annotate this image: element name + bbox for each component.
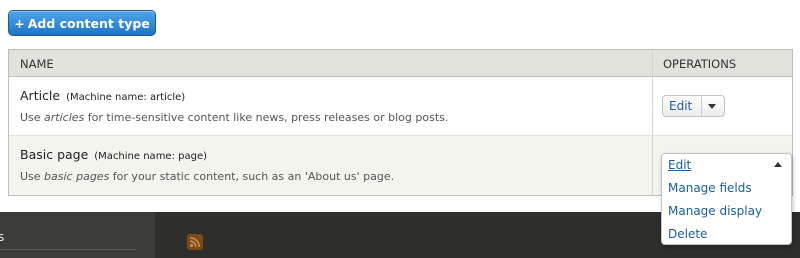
column-header-operations: OPERATIONS bbox=[663, 57, 737, 71]
add-content-type-button[interactable]: + Add content type bbox=[8, 10, 156, 36]
machine-name: (Machine name: page) bbox=[94, 151, 208, 162]
plus-icon: + bbox=[14, 15, 25, 31]
content-type-description: Use basic pages for your static content,… bbox=[20, 170, 394, 183]
menu-item-edit[interactable]: Edit bbox=[668, 158, 691, 172]
dropbutton-divider bbox=[701, 96, 702, 116]
content-type-name: Basic page (Machine name: page) bbox=[20, 147, 207, 162]
menu-item-manage-display[interactable]: Manage display bbox=[668, 204, 762, 218]
content-type-title: Article bbox=[20, 88, 61, 103]
chevron-up-icon[interactable] bbox=[774, 162, 782, 167]
rss-icon[interactable] bbox=[187, 234, 203, 250]
content-type-description: Use articles for time-sensitive content … bbox=[20, 111, 448, 124]
description-emphasis: articles bbox=[44, 111, 85, 124]
footer-sidebar: s bbox=[0, 212, 155, 258]
operations-dropdown-menu: Edit Manage fields Manage display Delete bbox=[661, 153, 792, 245]
table-row: Article (Machine name: article) Use arti… bbox=[9, 77, 792, 136]
column-header-name: NAME bbox=[20, 57, 54, 71]
chevron-down-icon[interactable] bbox=[708, 104, 716, 109]
footer-block-heading: s bbox=[0, 230, 5, 244]
description-suffix: for your static content, such as an 'Abo… bbox=[109, 170, 395, 183]
footer-divider bbox=[0, 249, 136, 250]
description-suffix: for time-sensitive content like news, pr… bbox=[84, 111, 449, 124]
add-content-type-label: Add content type bbox=[27, 15, 150, 31]
column-divider bbox=[652, 50, 653, 195]
table-header: NAME OPERATIONS bbox=[9, 50, 792, 77]
page: + Add content type NAME OPERATIONS Artic… bbox=[0, 0, 800, 258]
content-type-name: Article (Machine name: article) bbox=[20, 88, 185, 103]
edit-link[interactable]: Edit bbox=[669, 99, 692, 113]
menu-item-manage-fields[interactable]: Manage fields bbox=[668, 181, 752, 195]
machine-name: (Machine name: article) bbox=[66, 92, 186, 103]
description-prefix: Use bbox=[20, 170, 45, 183]
content-type-title: Basic page bbox=[20, 147, 89, 162]
operations-dropbutton[interactable]: Edit bbox=[662, 95, 725, 117]
menu-item-delete[interactable]: Delete bbox=[668, 227, 707, 241]
description-emphasis: basic pages bbox=[44, 170, 110, 183]
description-prefix: Use bbox=[20, 111, 45, 124]
